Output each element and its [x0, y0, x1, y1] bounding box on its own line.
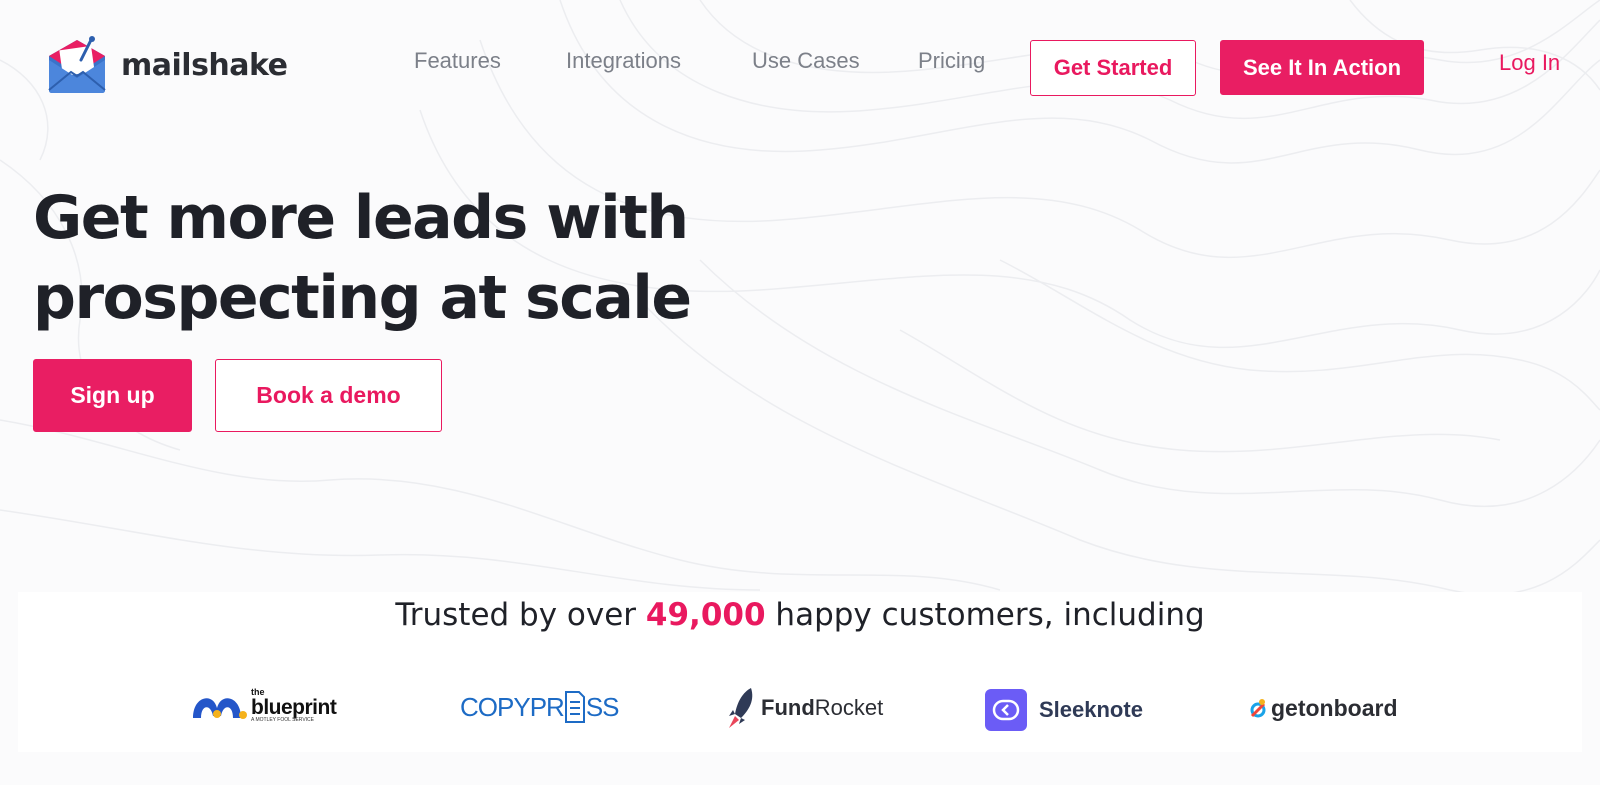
blueprint-icon: [193, 697, 247, 719]
login-link[interactable]: Log In: [1499, 50, 1560, 76]
nav-integrations[interactable]: Integrations: [566, 48, 681, 74]
signup-button[interactable]: Sign up: [33, 359, 192, 432]
customer-logo-getonboard: getonboard: [1248, 694, 1398, 722]
mailshake-logo[interactable]: mailshake: [47, 36, 288, 94]
see-it-in-action-button[interactable]: See It In Action: [1220, 40, 1424, 95]
copypress-part-b: PR: [529, 691, 565, 722]
nav-features[interactable]: Features: [414, 48, 501, 74]
rocket-icon: [729, 688, 753, 728]
customer-logo-copypress: COPY PR SS: [460, 690, 619, 724]
getonboard-icon: [1250, 699, 1266, 718]
nav-use-cases[interactable]: Use Cases: [752, 48, 860, 74]
mailshake-envelope-icon: [48, 36, 106, 93]
getonboard-name: getonboard: [1271, 694, 1398, 721]
trusted-customers-section: Trusted by over 49,000 happy customers, …: [18, 592, 1582, 752]
get-started-button[interactable]: Get Started: [1030, 40, 1196, 96]
trusted-statement: Trusted by over 49,000 happy customers, …: [18, 597, 1582, 633]
customer-logo-sleeknote: Sleeknote: [985, 689, 1143, 731]
copypress-icon: [564, 691, 585, 723]
landing-page: mailshake Features Integrations Use Case…: [0, 0, 1600, 785]
trusted-prefix: Trusted by over: [395, 597, 637, 633]
trusted-suffix: happy customers, including: [775, 597, 1205, 633]
hero-title: Get more leads with prospecting at scale: [33, 178, 733, 338]
fundrocket-part-a: Fund: [761, 695, 815, 720]
nav-pricing[interactable]: Pricing: [918, 48, 985, 74]
brand-name: mailshake: [121, 47, 288, 83]
copypress-part-c: SS: [585, 691, 620, 722]
customer-count: 49,000: [645, 597, 766, 633]
blueprint-name: blueprint: [251, 696, 337, 719]
book-demo-button[interactable]: Book a demo: [215, 359, 442, 432]
customer-logo-fundrocket: Fund Rocket: [725, 686, 883, 730]
blueprint-sub: A MOTLEY FOOL SERVICE: [251, 717, 314, 723]
site-header: mailshake Features Integrations Use Case…: [0, 0, 1600, 130]
copypress-part-a: COPY: [460, 691, 531, 722]
fundrocket-part-b: Rocket: [814, 695, 884, 720]
hero-title-line-2: prospecting at scale: [33, 263, 692, 333]
customer-logo-blueprint: the blueprint A MOTLEY FOOL SERVICE: [191, 688, 337, 723]
sleeknote-name: Sleeknote: [1039, 697, 1143, 722]
hero-title-line-1: Get more leads with: [33, 183, 689, 253]
sleeknote-icon: [985, 689, 1027, 731]
